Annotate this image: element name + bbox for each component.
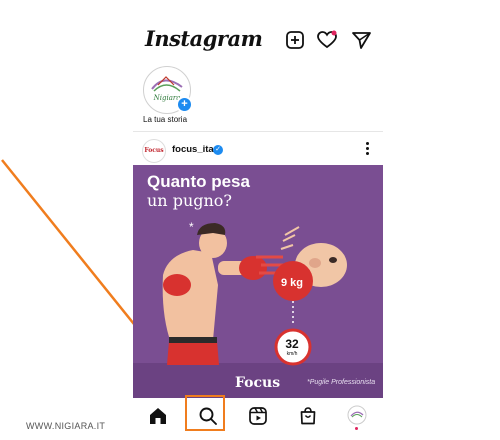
post-username[interactable]: focus_ita [172,144,214,155]
activity-heart-icon[interactable] [316,29,338,51]
profile-notification-dot [355,427,358,430]
search-highlight-annotation [185,395,225,431]
post-author-avatar[interactable]: Focus [142,139,166,163]
reels-icon[interactable] [248,406,268,426]
site-watermark: WWW.NIGIARA.IT [26,421,106,431]
home-icon[interactable] [148,406,168,426]
focus-brand: Focus [235,375,281,391]
post-options-icon[interactable] [362,141,372,157]
direct-message-icon[interactable] [350,29,372,51]
svg-text:*: * [189,220,194,234]
punch-speed-value: 32 [285,337,299,351]
own-story-label: La tua storia [143,115,188,124]
post-image[interactable]: Quanto pesa un pugno? * 9 kg 32 km/h Foc… [133,165,383,398]
new-post-icon[interactable] [284,29,306,51]
profile-avatar[interactable] [347,405,367,425]
boxer-illustration: * [133,220,383,398]
instagram-logo: Instagram [145,26,263,51]
stories-divider [133,131,383,132]
punch-weight-label: 9 kg [280,277,303,289]
notification-dot [331,30,337,36]
add-story-icon[interactable]: + [176,96,193,113]
punch-speed-unit: km/h [286,351,298,357]
illustration-credit: *Pugile Professionista [307,379,376,386]
verified-badge-icon: ✓ [213,145,223,155]
shop-icon[interactable] [298,406,318,426]
